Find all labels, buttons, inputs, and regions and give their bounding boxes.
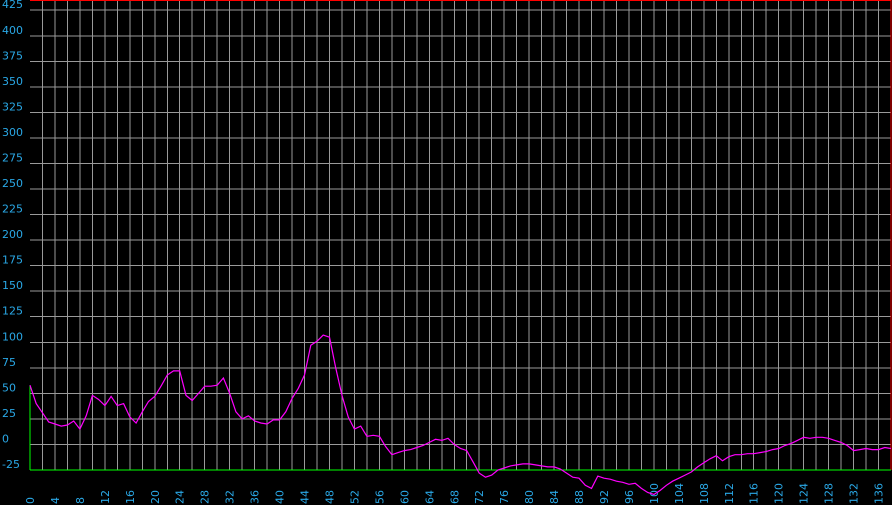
- x-tick-label: 68: [448, 490, 461, 504]
- y-tick-label: 150: [2, 279, 23, 292]
- y-tick-label: 350: [2, 75, 23, 88]
- x-tick-label: 12: [99, 490, 112, 504]
- line-chart: -250255075100125150175200225250275300325…: [0, 0, 892, 505]
- x-tick-label: 20: [149, 490, 162, 504]
- y-tick-label: 125: [2, 305, 23, 318]
- y-tick-label: 175: [2, 254, 23, 267]
- x-tick-label: 76: [498, 490, 511, 504]
- x-tick-label: 0: [24, 497, 37, 504]
- x-tick-label: 72: [473, 490, 486, 504]
- x-tick-label: 60: [398, 490, 411, 504]
- y-tick-label: 300: [2, 126, 23, 139]
- x-tick-label: 132: [848, 483, 861, 504]
- x-tick-label: 104: [673, 483, 686, 504]
- y-tick-label: 425: [2, 0, 23, 11]
- x-tick-label: 40: [274, 490, 287, 504]
- x-tick-label: 4: [49, 497, 62, 504]
- y-tick-label: 250: [2, 177, 23, 190]
- x-tick-label: 32: [224, 490, 237, 504]
- x-tick-label: 56: [373, 490, 386, 504]
- y-tick-label: 375: [2, 49, 23, 62]
- y-tick-label: 0: [2, 432, 9, 445]
- x-tick-label: 108: [698, 483, 711, 504]
- y-tick-label: 225: [2, 203, 23, 216]
- y-tick-label: 275: [2, 151, 23, 164]
- x-tick-label: 64: [423, 490, 436, 504]
- x-tick-label: 8: [74, 497, 87, 504]
- x-tick-label: 88: [573, 490, 586, 504]
- x-tick-label: 112: [723, 483, 736, 504]
- y-tick-label: -25: [2, 458, 20, 471]
- x-tick-label: 48: [323, 490, 336, 504]
- x-tick-label: 124: [798, 483, 811, 504]
- x-tick-label: 16: [124, 490, 137, 504]
- x-tick-label: 80: [523, 490, 536, 504]
- x-tick-label: 44: [299, 490, 312, 504]
- y-tick-label: 100: [2, 330, 23, 343]
- x-tick-label: 28: [199, 490, 212, 504]
- chart-background: [0, 0, 892, 505]
- x-tick-label: 128: [823, 483, 836, 504]
- x-tick-label: 116: [748, 483, 761, 504]
- y-tick-label: 75: [2, 356, 16, 369]
- y-tick-label: 200: [2, 228, 23, 241]
- x-tick-label: 52: [348, 490, 361, 504]
- x-tick-label: 96: [623, 490, 636, 504]
- y-tick-label: 400: [2, 24, 23, 37]
- y-tick-label: 25: [2, 407, 16, 420]
- x-tick-label: 24: [174, 490, 187, 504]
- x-tick-label: 120: [773, 483, 786, 504]
- x-tick-label: 36: [249, 490, 262, 504]
- x-tick-label: 136: [873, 483, 886, 504]
- x-tick-label: 84: [548, 490, 561, 504]
- y-tick-label: 50: [2, 381, 16, 394]
- y-tick-label: 325: [2, 100, 23, 113]
- x-tick-label: 92: [598, 490, 611, 504]
